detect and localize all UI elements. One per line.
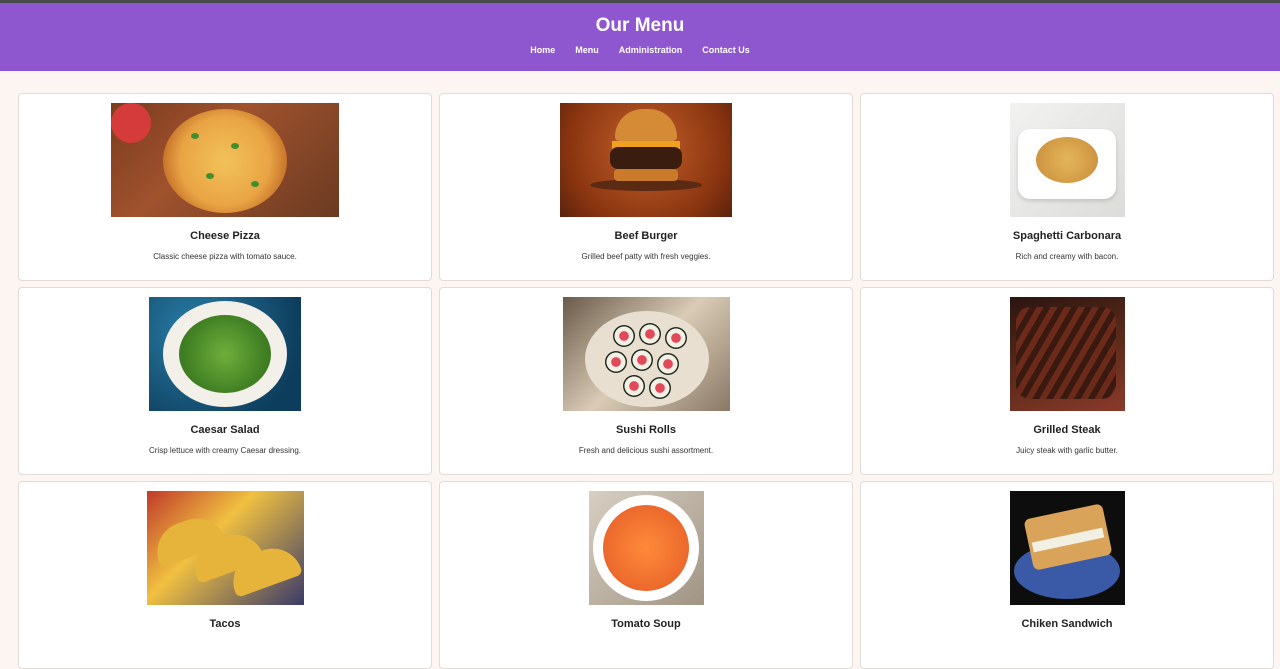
item-description: Grilled beef patty with fresh veggies. xyxy=(581,252,711,261)
item-name: Grilled Steak xyxy=(1033,424,1101,436)
burger-photo xyxy=(560,103,732,217)
menu-card[interactable]: Cheese Pizza Classic cheese pizza with t… xyxy=(18,93,432,281)
menu-card[interactable]: Sushi Rolls Fresh and delicious sushi as… xyxy=(439,287,853,475)
site-header: Our Menu Home Menu Administration Contac… xyxy=(0,3,1280,71)
menu-card[interactable]: Spaghetti Carbonara Rich and creamy with… xyxy=(860,93,1274,281)
item-description: Crisp lettuce with creamy Caesar dressin… xyxy=(148,446,302,455)
item-description: Rich and creamy with bacon. xyxy=(1015,252,1119,261)
item-description: Juicy steak with garlic butter. xyxy=(1016,446,1118,455)
page-title: Our Menu xyxy=(595,15,685,36)
salad-photo xyxy=(149,297,301,411)
nav-menu-link[interactable]: Menu xyxy=(565,45,609,55)
item-name: Sushi Rolls xyxy=(616,424,676,436)
menu-card[interactable]: Caesar Salad Crisp lettuce with creamy C… xyxy=(18,287,432,475)
nav-contact-link[interactable]: Contact Us xyxy=(692,45,760,55)
sandwich-photo xyxy=(1009,491,1125,605)
item-name: Caesar Salad xyxy=(190,424,260,436)
item-name: Spaghetti Carbonara xyxy=(1012,230,1122,242)
carbonara-photo xyxy=(1009,103,1125,217)
tacos-photo xyxy=(146,491,304,605)
pizza-photo xyxy=(111,103,339,217)
item-name: Tacos xyxy=(209,618,241,630)
soup-photo xyxy=(588,491,704,605)
steak-photo xyxy=(1009,297,1125,411)
menu-grid: Cheese Pizza Classic cheese pizza with t… xyxy=(18,93,1276,669)
item-name: Cheese Pizza xyxy=(190,230,260,242)
menu-card[interactable]: Tomato Soup xyxy=(439,481,853,669)
nav-administration-link[interactable]: Administration xyxy=(609,45,693,55)
item-description: Fresh and delicious sushi assortment. xyxy=(578,446,714,455)
menu-card[interactable]: Chiken Sandwich xyxy=(860,481,1274,669)
menu-card[interactable]: Beef Burger Grilled beef patty with fres… xyxy=(439,93,853,281)
nav-home-link[interactable]: Home xyxy=(520,45,565,55)
main-nav: Home Menu Administration Contact Us xyxy=(0,45,1280,55)
sushi-photo xyxy=(562,297,730,411)
item-description: Classic cheese pizza with tomato sauce. xyxy=(153,252,297,261)
item-name: Chiken Sandwich xyxy=(1021,618,1113,630)
item-name: Tomato Soup xyxy=(611,618,681,630)
item-name: Beef Burger xyxy=(614,230,678,242)
menu-card[interactable]: Tacos xyxy=(18,481,432,669)
menu-card[interactable]: Grilled Steak Juicy steak with garlic bu… xyxy=(860,287,1274,475)
